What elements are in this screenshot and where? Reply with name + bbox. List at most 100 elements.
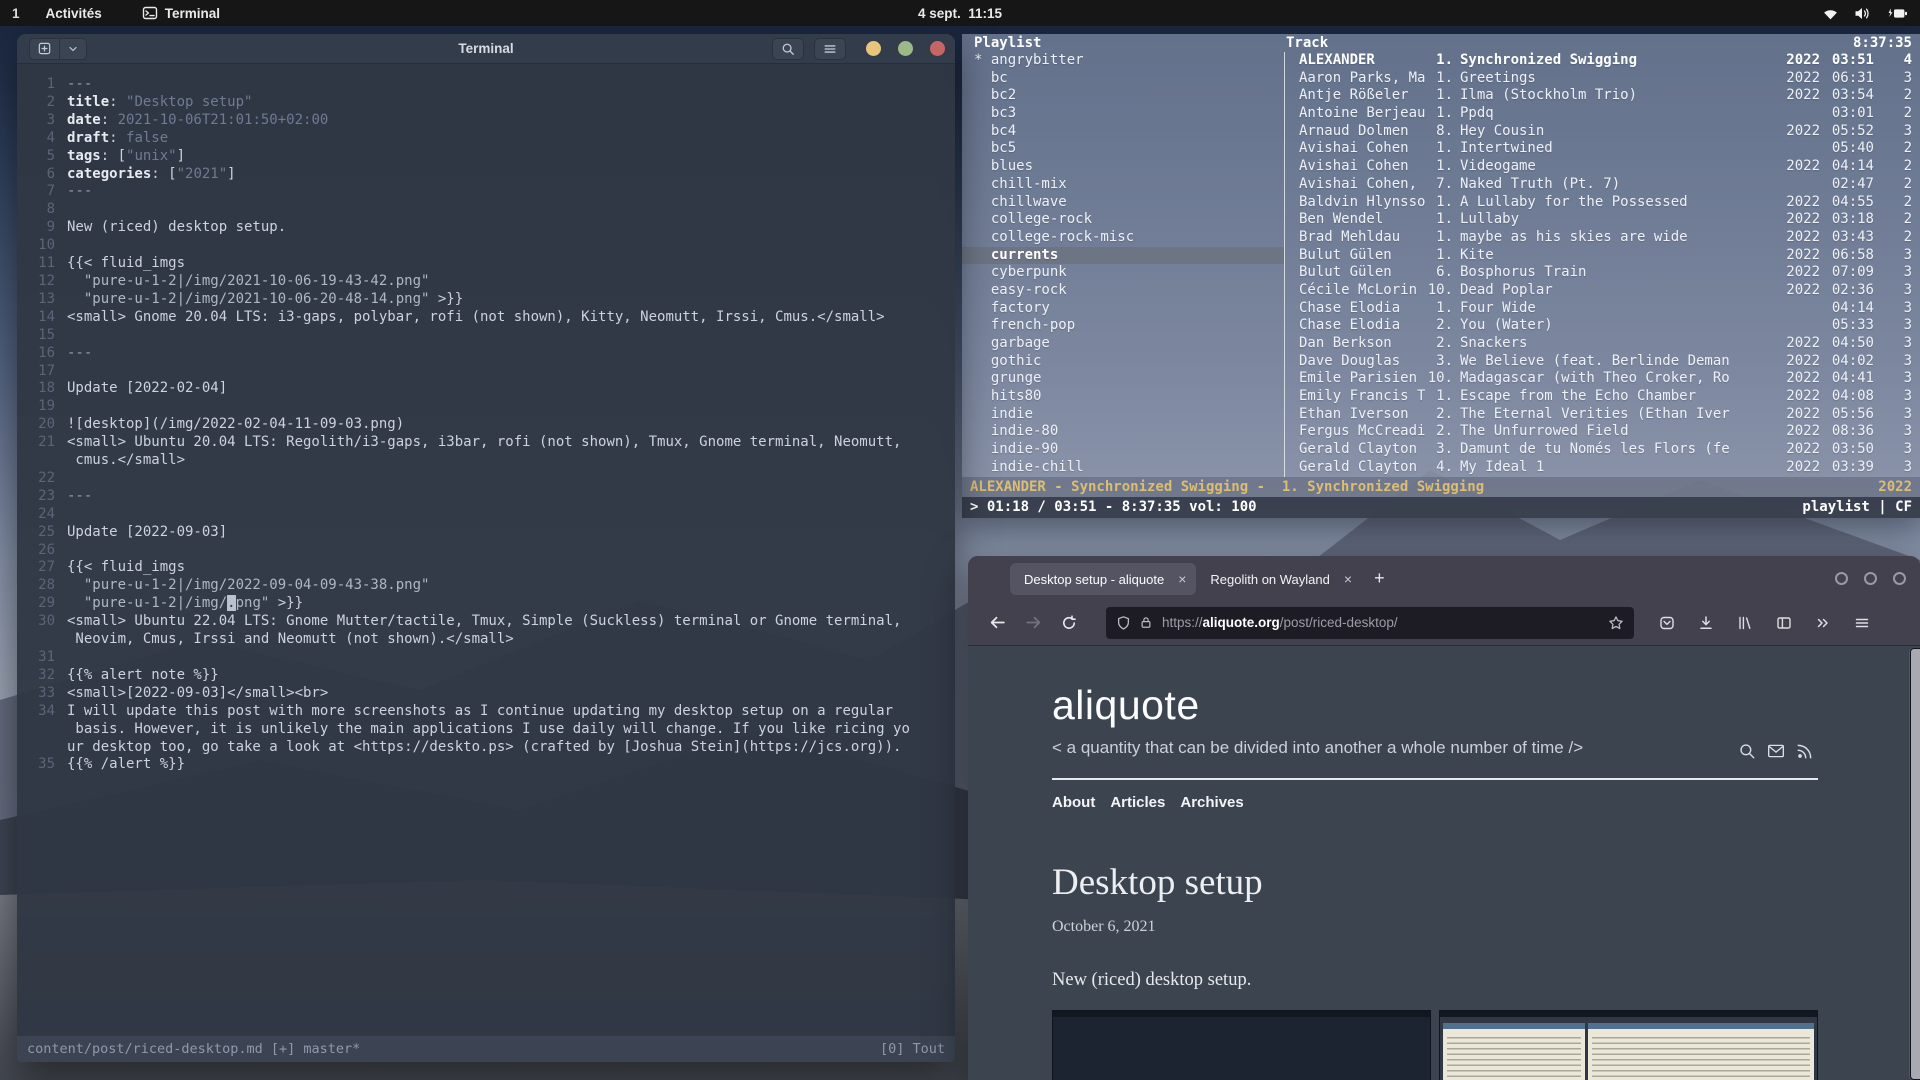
- site-nav-link[interactable]: Archives: [1180, 794, 1243, 811]
- track-row[interactable]: Fergus McCreadi2.The Unfurrowed Field202…: [1285, 423, 1920, 441]
- editor-line[interactable]: 17: [23, 363, 947, 381]
- wifi-icon[interactable]: [1822, 6, 1839, 21]
- forward-button[interactable]: [1018, 608, 1048, 638]
- firefox-maximize-button[interactable]: [1864, 572, 1877, 585]
- firefox-minimize-button[interactable]: [1835, 572, 1848, 585]
- editor-line[interactable]: 25Update [2022-09-03]: [23, 524, 947, 542]
- reload-button[interactable]: [1054, 608, 1084, 638]
- playlist-item[interactable]: chillwave: [962, 194, 1284, 212]
- editor-line[interactable]: 7---: [23, 183, 947, 201]
- browser-tab[interactable]: Regolith on Wayland×: [1196, 563, 1362, 595]
- track-row[interactable]: Dave Douglas3.We Believe (feat. Berlinde…: [1285, 353, 1920, 371]
- track-row[interactable]: Gerald Clayton3.Damunt de tu Només les F…: [1285, 441, 1920, 459]
- editor-line[interactable]: cmus.</small>: [23, 452, 947, 470]
- editor-line[interactable]: 33<small>[2022-09-03]</small><br>: [23, 685, 947, 703]
- overflow-chevrons-icon[interactable]: [1808, 608, 1838, 638]
- editor-line[interactable]: 27{{< fluid_imgs: [23, 559, 947, 577]
- firefox-new-tab-button[interactable]: +: [1374, 568, 1385, 589]
- editor-line[interactable]: 20![desktop](/img/2022-02-04-11-09-03.pn…: [23, 416, 947, 434]
- shield-icon[interactable]: [1116, 615, 1131, 631]
- playlist-item[interactable]: * angrybitter: [962, 52, 1284, 70]
- app-menu-hamburger-icon[interactable]: [1847, 608, 1877, 638]
- new-tab-button[interactable]: [30, 39, 59, 59]
- playlist-item[interactable]: factory: [962, 300, 1284, 318]
- track-row[interactable]: Brad Mehldau1.maybe as his skies are wid…: [1285, 229, 1920, 247]
- track-row[interactable]: Aaron Parks, Ma1.Greetings202206:313: [1285, 70, 1920, 88]
- editor-line[interactable]: 24: [23, 506, 947, 524]
- editor-line[interactable]: 4draft: false: [23, 130, 947, 148]
- track-row[interactable]: Cécile McLorin10.Dead Poplar202202:363: [1285, 282, 1920, 300]
- playlist-item[interactable]: bc2: [962, 87, 1284, 105]
- site-search-icon[interactable]: [1738, 742, 1756, 760]
- track-row[interactable]: Arnaud Dolmen8.Hey Cousin202205:523: [1285, 123, 1920, 141]
- editor-line[interactable]: 21<small> Ubuntu 20.04 LTS: Regolith/i3-…: [23, 434, 947, 452]
- downloads-icon[interactable]: [1691, 608, 1721, 638]
- track-row[interactable]: Gerald Clayton4.My Ideal 1202203:393: [1285, 459, 1920, 477]
- tab-close-icon[interactable]: ×: [1344, 572, 1352, 586]
- editor-line[interactable]: 22: [23, 470, 947, 488]
- track-row[interactable]: Dan Berkson2.Snackers202204:503: [1285, 335, 1920, 353]
- playlist-item[interactable]: hits80: [962, 388, 1284, 406]
- site-title[interactable]: aliquote: [1052, 682, 1818, 729]
- url-bar[interactable]: https://aliquote.org/post/riced-desktop/: [1106, 607, 1634, 639]
- editor-line[interactable]: 23---: [23, 488, 947, 506]
- playlist-item[interactable]: grunge: [962, 370, 1284, 388]
- library-icon[interactable]: [1730, 608, 1760, 638]
- menu-button[interactable]: [814, 38, 846, 60]
- playlist-item[interactable]: bc: [962, 70, 1284, 88]
- playlist-item[interactable]: indie-chill: [962, 459, 1284, 477]
- editor-line[interactable]: 26: [23, 542, 947, 560]
- editor-line[interactable]: 13 "pure-u-1-2|/img/2021-10-06-20-48-14.…: [23, 291, 947, 309]
- firefox-close-button[interactable]: [1893, 572, 1906, 585]
- track-row[interactable]: Baldvin Hlynsso1.A Lullaby for the Posse…: [1285, 194, 1920, 212]
- track-row[interactable]: Chase Elodia2.You (Water)05:333: [1285, 317, 1920, 335]
- track-row[interactable]: ALEXANDER1.Synchronized Swigging202203:5…: [1285, 52, 1920, 70]
- playlist-item[interactable]: bc5: [962, 140, 1284, 158]
- track-row[interactable]: Avishai Cohen1.Videogame202204:142: [1285, 158, 1920, 176]
- track-row[interactable]: Emile Parisien10.Madagascar (with Theo C…: [1285, 370, 1920, 388]
- editor-line[interactable]: basis. However, it is unlikely the main …: [23, 721, 947, 739]
- playlist-item[interactable]: garbage: [962, 335, 1284, 353]
- activities-button[interactable]: Activités: [46, 6, 102, 21]
- app-menu[interactable]: Terminal: [142, 5, 220, 21]
- site-mail-icon[interactable]: [1767, 742, 1785, 760]
- scrollbar[interactable]: [1909, 648, 1918, 1080]
- editor-line[interactable]: 28 "pure-u-1-2|/img/2022-09-04-09-43-38.…: [23, 577, 947, 595]
- track-row[interactable]: Antoine Berjeau1.Ppdq03:012: [1285, 105, 1920, 123]
- search-button[interactable]: [772, 38, 804, 60]
- editor-line[interactable]: 2title: "Desktop setup": [23, 94, 947, 112]
- editor-line[interactable]: 34I will update this post with more scre…: [23, 703, 947, 721]
- playlist-item[interactable]: indie: [962, 406, 1284, 424]
- battery-charging-icon[interactable]: [1886, 6, 1908, 21]
- editor-line[interactable]: 6categories: ["2021"]: [23, 166, 947, 184]
- editor-line[interactable]: 3date: 2021-10-06T21:01:50+02:00: [23, 112, 947, 130]
- editor-line[interactable]: 32{{% alert note %}}: [23, 667, 947, 685]
- tab-dropdown-button[interactable]: [59, 39, 86, 59]
- firefox-tab-bar[interactable]: Desktop setup - aliquote×Regolith on Way…: [968, 556, 1920, 600]
- playlist-item[interactable]: blues: [962, 158, 1284, 176]
- track-row[interactable]: Ben Wendel1.Lullaby202203:182: [1285, 211, 1920, 229]
- terminal-titlebar[interactable]: Terminal: [17, 34, 955, 64]
- track-row[interactable]: Chase Elodia1.Four Wide04:143: [1285, 300, 1920, 318]
- window-button-maximize[interactable]: [898, 41, 913, 56]
- site-nav-link[interactable]: About: [1052, 794, 1095, 811]
- lock-icon[interactable]: [1139, 615, 1153, 630]
- editor[interactable]: 1---2title: "Desktop setup"3date: 2021-1…: [17, 65, 955, 1036]
- playlist-item[interactable]: gothic: [962, 353, 1284, 371]
- playlist-item[interactable]: college-rock: [962, 211, 1284, 229]
- editor-line[interactable]: 19: [23, 398, 947, 416]
- post-thumbnail-wave-desktop[interactable]: [1052, 1010, 1431, 1080]
- track-row[interactable]: Antje Rößeler1.Ilma (Stockholm Trio)2022…: [1285, 87, 1920, 105]
- site-rss-icon[interactable]: [1796, 742, 1814, 760]
- playlist-item[interactable]: cyberpunk: [962, 264, 1284, 282]
- clock[interactable]: 4 sept. 11:15: [0, 6, 1920, 21]
- playlist-item[interactable]: indie-90: [962, 441, 1284, 459]
- workspace-indicator[interactable]: 1: [12, 6, 20, 21]
- editor-line[interactable]: Neovim, Cmus, Irssi and Neomutt (not sho…: [23, 631, 947, 649]
- playlist-item[interactable]: currents: [962, 247, 1284, 265]
- editor-line[interactable]: 12 "pure-u-1-2|/img/2021-10-06-19-43-42.…: [23, 273, 947, 291]
- site-nav-link[interactable]: Articles: [1110, 794, 1165, 811]
- editor-line[interactable]: 5tags: ["unix"]: [23, 148, 947, 166]
- playlist-item[interactable]: chill-mix: [962, 176, 1284, 194]
- editor-line[interactable]: 8: [23, 201, 947, 219]
